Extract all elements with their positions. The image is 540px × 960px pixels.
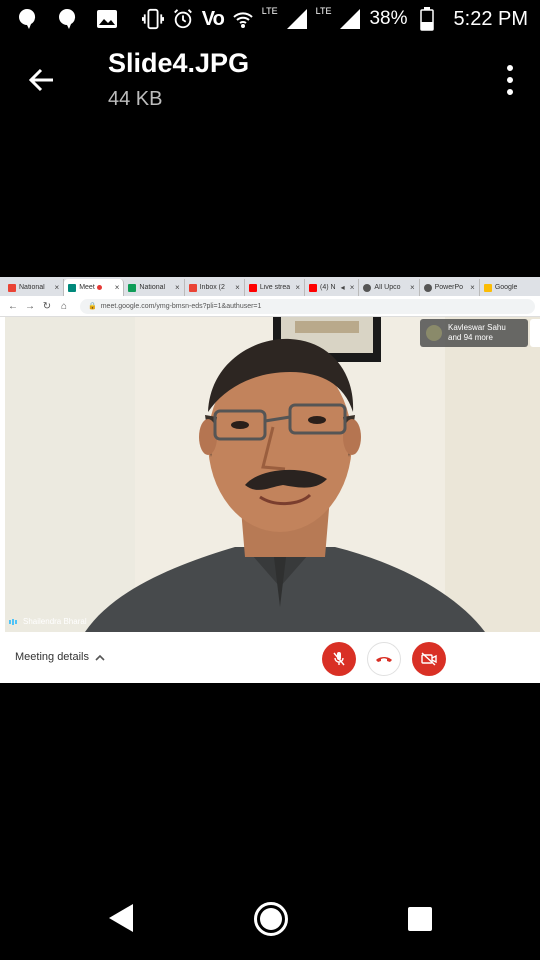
sheets-icon: [128, 283, 137, 292]
videocam-off-icon: [421, 652, 437, 666]
browser-tab: National ×: [4, 279, 65, 296]
browser-tab-active: Meet ×: [64, 279, 125, 296]
speaker-icon: ◂: [340, 283, 345, 292]
meet-icon: [68, 283, 77, 292]
volte-indicator: Vo: [201, 7, 225, 30]
home-icon: ⌂: [60, 300, 68, 312]
clock: 5:22 PM: [453, 7, 528, 30]
recording-dot-icon: [96, 285, 102, 290]
globe-icon: [423, 283, 432, 292]
lock-icon: 🔒: [88, 303, 97, 310]
address-bar: 🔒 meet.google.com/ymg-bmsn-eds?pli=1&aut…: [80, 298, 535, 314]
video-feed: Kavleswar Sahu and 94 more Shailendra Bh…: [5, 317, 540, 632]
chat-bubble-icon: [16, 8, 38, 30]
chat-bubble-icon-2: [56, 8, 78, 30]
browser-tab: Google: [480, 279, 540, 296]
lte-label: LTE: [315, 6, 332, 16]
browser-tab-strip: National × Meet × National × Inbox (2 × Live…: [0, 277, 540, 296]
meeting-details-label: Meeting details: [15, 651, 89, 663]
globe-icon: [363, 283, 372, 292]
nav-home-button[interactable]: [254, 902, 288, 936]
signal-icon: [286, 8, 308, 30]
reload-icon: ↻: [42, 300, 52, 312]
back-button[interactable]: [20, 60, 64, 100]
nav-back-icon[interactable]: [107, 902, 135, 934]
status-bar: Vo LTE LTE 38% 5:22 PM: [0, 0, 540, 38]
system-nav-bar: [0, 882, 540, 960]
battery-percent: 38%: [369, 8, 408, 29]
browser-tab: PowerPo ×: [420, 279, 480, 296]
mic-off-button[interactable]: [322, 642, 356, 676]
camera-off-button[interactable]: [412, 642, 446, 676]
avatar: [426, 325, 442, 341]
nav-recents-button[interactable]: [408, 907, 432, 931]
speaker-label: Shailendra Bharal: [9, 617, 87, 626]
gmail-icon: [8, 283, 16, 292]
browser-toolbar: ← → ↻ ⌂ 🔒 meet.google.com/ymg-bmsn-eds?p…: [0, 296, 540, 317]
speaker-video-illustration: [5, 317, 540, 632]
mic-off-icon: [333, 652, 345, 666]
more-vert-icon: [507, 65, 513, 71]
file-name: Slide4.JPG: [108, 48, 250, 78]
meeting-details-button[interactable]: Meeting details: [15, 651, 105, 663]
youtube-icon: [248, 283, 257, 292]
speaker-name: Shailendra Bharal: [23, 617, 87, 626]
battery-icon: [416, 7, 438, 31]
browser-tab: Live strea ×: [245, 279, 306, 296]
alarm-icon: [172, 8, 194, 30]
top-app-bar: Slide4.JPG 44 KB: [0, 40, 540, 120]
close-icon: ×: [114, 283, 120, 292]
vibrate-icon: [141, 8, 164, 30]
notification-icons: [16, 8, 118, 30]
arrow-left-icon: [29, 68, 53, 92]
forward-arrow-icon: →: [25, 300, 35, 312]
gallery-icon: [96, 8, 118, 30]
close-icon: ×: [54, 283, 60, 292]
wifi-calling-icon: [232, 8, 254, 30]
youtube-icon: [309, 283, 318, 292]
meet-control-bar: Meeting details: [0, 632, 540, 683]
browser-tab: (4) N ◂ ×: [305, 279, 360, 296]
file-size: 44 KB: [108, 88, 163, 110]
audio-level-icon: [9, 618, 17, 625]
chevron-up-icon: [95, 654, 105, 661]
system-status: Vo LTE LTE 38% 5:22 PM: [141, 6, 528, 31]
gmail-icon: [188, 283, 197, 292]
signal-icon-2: [339, 8, 361, 30]
back-arrow-icon: ←: [8, 300, 18, 312]
hang-up-button[interactable]: [367, 642, 401, 676]
home-circle-icon: [260, 908, 282, 930]
url-text: meet.google.com/ymg-bmsn-eds?pli=1&authu…: [100, 302, 262, 310]
participants-chip[interactable]: Kavleswar Sahu and 94 more: [420, 319, 528, 347]
image-content[interactable]: National × Meet × National × Inbox (2 × Live…: [0, 277, 540, 683]
google-icon: [483, 283, 492, 292]
participants-summary: Kavleswar Sahu and 94 more: [448, 323, 506, 342]
close-icon: ×: [470, 283, 475, 292]
more-options-button[interactable]: [498, 62, 522, 98]
close-icon: ×: [349, 283, 355, 292]
lte-label-small: LTE: [261, 6, 278, 16]
close-icon: ×: [174, 283, 180, 292]
browser-tab: National ×: [124, 279, 185, 296]
close-icon: ×: [235, 283, 240, 292]
close-icon: ×: [295, 283, 301, 292]
close-icon: ×: [409, 283, 415, 292]
browser-tab: All Upco ×: [359, 279, 420, 296]
browser-tab: Inbox (2 ×: [185, 279, 245, 296]
photo-viewer-screen: Vo LTE LTE 38% 5:22 PM Slide4.JPG 44 KB: [0, 0, 540, 960]
self-view-edge: [530, 319, 540, 347]
phone-hangup-icon: [376, 657, 392, 662]
